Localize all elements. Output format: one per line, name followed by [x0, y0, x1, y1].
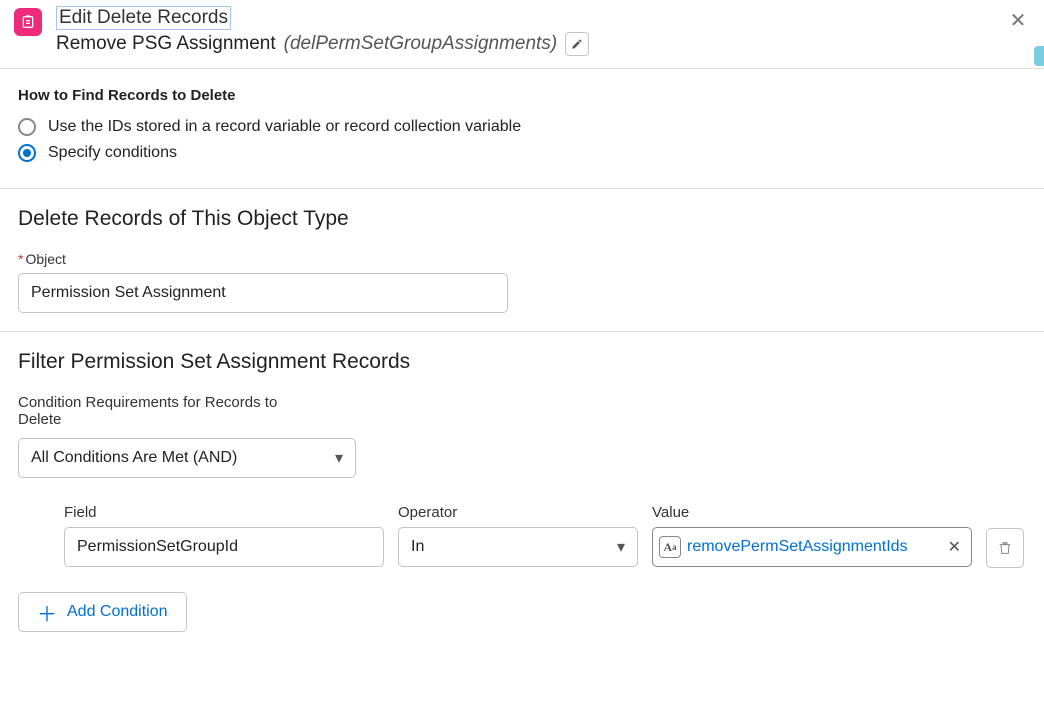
trash-icon — [997, 540, 1013, 556]
filter-section: Filter Permission Set Assignment Records… — [0, 332, 1044, 650]
edit-label-button[interactable] — [565, 32, 589, 56]
radio-option-specify-conditions[interactable]: Specify conditions — [18, 144, 1026, 162]
condition-row: Field PermissionSetGroupId Operator In ▾… — [64, 504, 1026, 568]
condition-requirements-select[interactable]: All Conditions Are Met (AND) ▾ — [18, 438, 356, 478]
object-input[interactable]: Permission Set Assignment — [18, 273, 508, 313]
panel-handle-icon[interactable] — [1034, 46, 1044, 66]
radio-label: Use the IDs stored in a record variable … — [48, 118, 521, 136]
condition-requirements-label: Condition Requirements for Records to De… — [18, 394, 318, 428]
condition-operator-column: Operator In ▾ — [398, 504, 638, 567]
object-field-label: *Object — [18, 251, 1026, 267]
radio-option-use-ids[interactable]: Use the IDs stored in a record variable … — [18, 118, 1026, 136]
pencil-icon — [571, 38, 583, 50]
add-condition-label: Add Condition — [67, 603, 168, 621]
condition-field-input[interactable]: PermissionSetGroupId — [64, 527, 384, 567]
condition-value-column: Value Aa removePermSetAssignmentIds ✕ — [652, 504, 972, 567]
condition-value-input[interactable]: Aa removePermSetAssignmentIds ✕ — [652, 527, 972, 567]
delete-records-icon — [14, 8, 42, 36]
chevron-down-icon: ▾ — [617, 537, 625, 557]
edit-delete-records-dialog: Edit Delete Records Remove PSG Assignmen… — [0, 0, 1044, 650]
close-button[interactable]: ✕ — [1006, 8, 1030, 32]
chevron-down-icon: ▾ — [335, 448, 343, 468]
condition-value-resource: removePermSetAssignmentIds — [687, 538, 938, 556]
filter-heading: Filter Permission Set Assignment Records — [18, 350, 1026, 374]
find-records-section: How to Find Records to Delete Use the ID… — [0, 69, 1044, 189]
dialog-header: Edit Delete Records Remove PSG Assignmen… — [0, 0, 1044, 69]
condition-requirements-value: All Conditions Are Met (AND) — [31, 449, 237, 467]
operator-column-label: Operator — [398, 504, 638, 521]
element-label: Remove PSG Assignment — [56, 33, 276, 55]
dialog-title: Edit Delete Records — [56, 6, 231, 30]
header-text: Edit Delete Records Remove PSG Assignmen… — [56, 6, 1030, 56]
add-condition-button[interactable]: ＋ Add Condition — [18, 592, 187, 632]
text-variable-icon: Aa — [659, 536, 681, 558]
radio-label: Specify conditions — [48, 144, 177, 162]
value-column-label: Value — [652, 504, 972, 521]
condition-field-value: PermissionSetGroupId — [77, 538, 238, 556]
object-value: Permission Set Assignment — [31, 284, 226, 302]
object-type-section: Delete Records of This Object Type *Obje… — [0, 189, 1044, 332]
clear-value-button[interactable]: ✕ — [944, 537, 965, 557]
condition-operator-value: In — [411, 538, 424, 556]
close-icon: ✕ — [1010, 8, 1027, 33]
delete-condition-button[interactable] — [986, 528, 1024, 568]
find-records-heading: How to Find Records to Delete — [18, 87, 1026, 104]
condition-field-column: Field PermissionSetGroupId — [64, 504, 384, 567]
dialog-subtitle-row: Remove PSG Assignment (delPermSetGroupAs… — [56, 32, 1030, 56]
plus-icon: ＋ — [37, 598, 57, 627]
condition-operator-select[interactable]: In ▾ — [398, 527, 638, 567]
field-column-label: Field — [64, 504, 384, 521]
object-type-heading: Delete Records of This Object Type — [18, 207, 1026, 231]
required-indicator: * — [18, 251, 23, 267]
radio-icon — [18, 144, 36, 162]
element-api-name: (delPermSetGroupAssignments) — [284, 33, 558, 55]
object-label-text: Object — [25, 251, 65, 267]
radio-icon — [18, 118, 36, 136]
